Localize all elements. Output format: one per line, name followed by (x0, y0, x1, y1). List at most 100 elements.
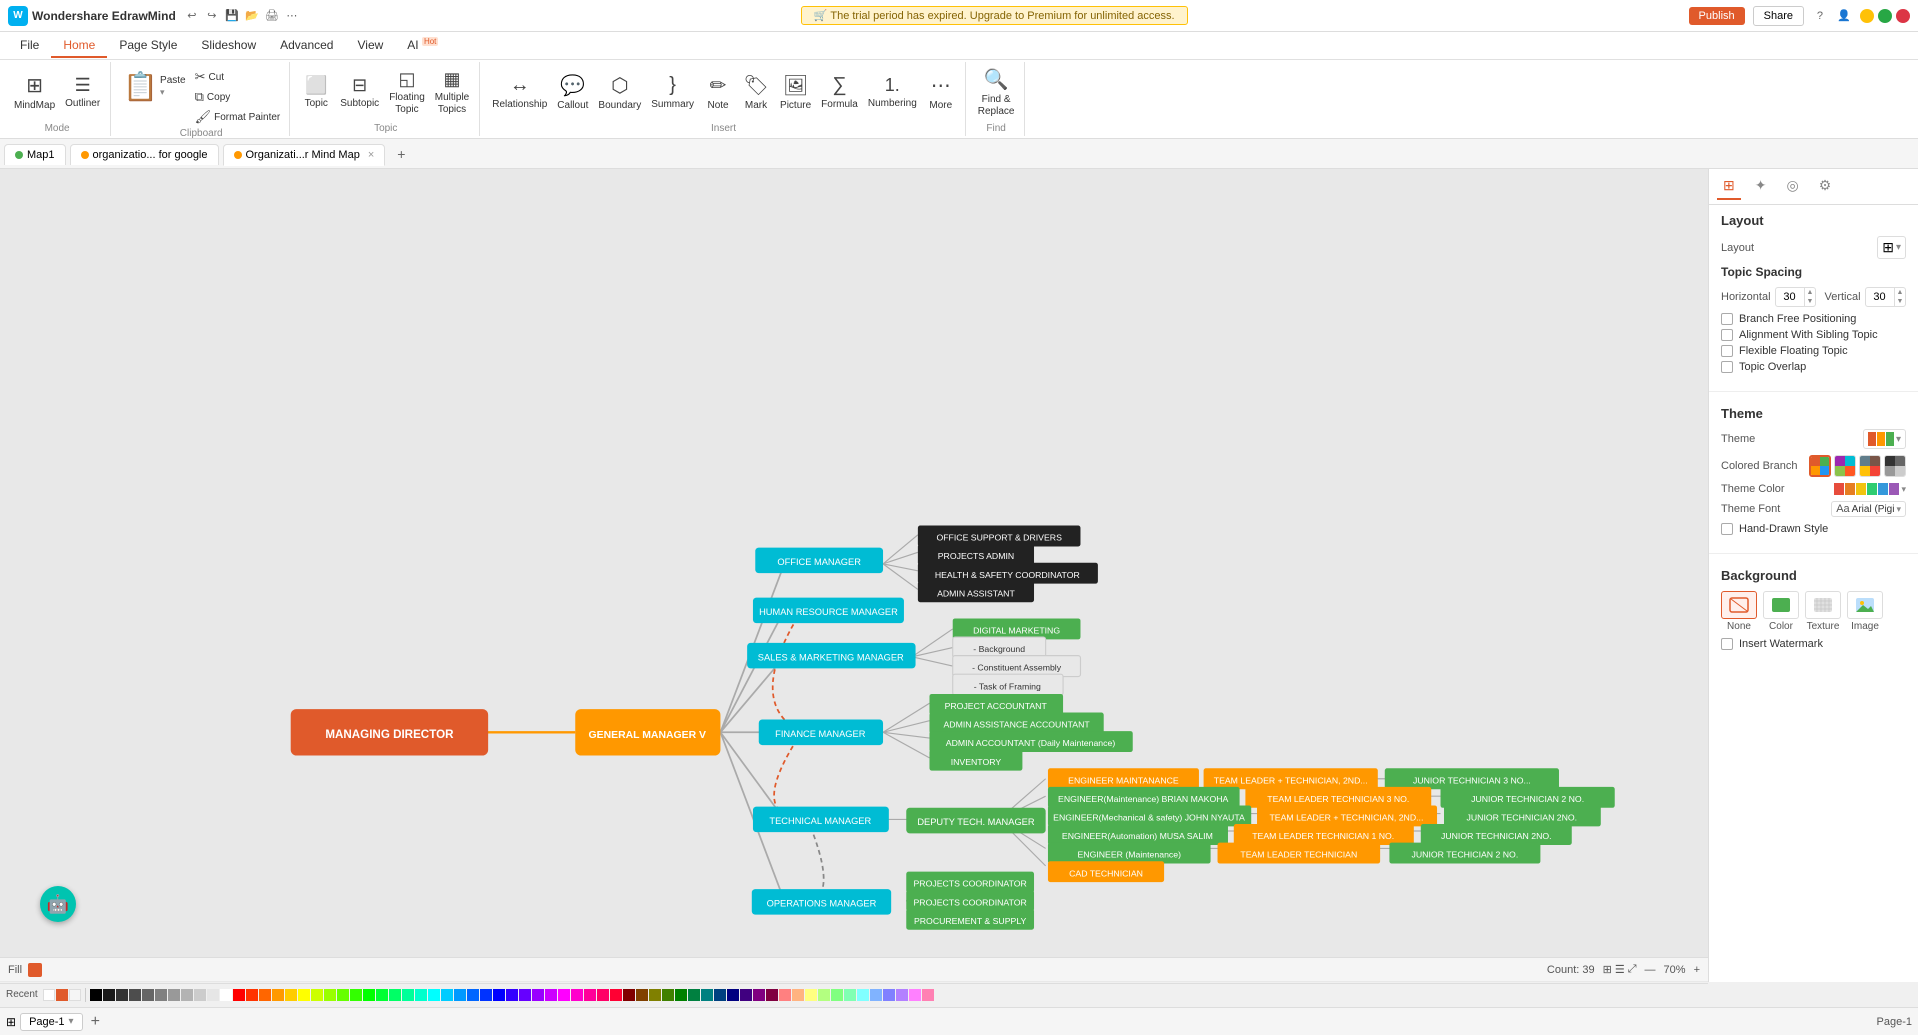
tab-add-btn[interactable]: + (389, 142, 413, 166)
palette-color[interactable] (363, 989, 375, 1001)
tab-close-btn[interactable]: × (368, 149, 374, 161)
horizontal-up-btn[interactable]: ▲ (1805, 288, 1816, 297)
palette-color[interactable] (246, 989, 258, 1001)
topic-btn[interactable]: ⬜ Topic (298, 73, 334, 112)
page-tab-1[interactable]: Page-1 ▾ (20, 1013, 83, 1031)
palette-color[interactable] (337, 989, 349, 1001)
tab-view[interactable]: View (345, 34, 395, 58)
palette-color[interactable] (545, 989, 557, 1001)
palette-color[interactable] (649, 989, 661, 1001)
palette-color[interactable] (233, 989, 245, 1001)
palette-color[interactable] (259, 989, 271, 1001)
palette-color[interactable] (844, 989, 856, 1001)
share-button[interactable]: Share (1753, 6, 1804, 26)
save-btn[interactable]: 💾 (224, 8, 240, 24)
tab-ai[interactable]: AI Hot (395, 33, 450, 58)
palette-color[interactable] (597, 989, 609, 1001)
palette-color[interactable] (376, 989, 388, 1001)
vertical-arrows[interactable]: ▲ ▼ (1894, 288, 1906, 306)
tab-organiz-mindmap[interactable]: Organizati...r Mind Map × (223, 144, 386, 166)
palette-color[interactable] (779, 989, 791, 1001)
assistant-float-btn[interactable]: 🤖 (40, 886, 76, 922)
palette-color[interactable] (688, 989, 700, 1001)
open-btn[interactable]: 📂 (244, 8, 260, 24)
panel-tab-style[interactable]: ✦ (1749, 173, 1773, 200)
list-view-btn[interactable]: ☰ (1615, 963, 1625, 976)
horizontal-input[interactable]: 30 ▲ ▼ (1775, 287, 1817, 307)
palette-color[interactable] (740, 989, 752, 1001)
palette-color[interactable] (662, 989, 674, 1001)
palette-color[interactable] (428, 989, 440, 1001)
palette-color[interactable] (857, 989, 869, 1001)
palette-color[interactable] (220, 989, 232, 1001)
undo-btn[interactable]: ↩ (184, 8, 200, 24)
tab-organiz-google[interactable]: organizatio... for google (70, 144, 219, 165)
window-controls[interactable] (1860, 9, 1910, 23)
palette-color[interactable] (324, 989, 336, 1001)
cb-option-4[interactable] (1884, 455, 1906, 477)
palette-color[interactable] (753, 989, 765, 1001)
palette-color[interactable] (441, 989, 453, 1001)
grid-toggle-btn[interactable]: ⊞ (6, 1015, 16, 1029)
palette-color[interactable] (194, 989, 206, 1001)
close-btn[interactable] (1896, 9, 1910, 23)
vertical-input[interactable]: 30 ▲ ▼ (1865, 287, 1907, 307)
numbering-btn[interactable]: 1. Numbering (864, 73, 921, 112)
format-painter-btn[interactable]: 🖌 Format Painter (192, 108, 284, 126)
palette-color[interactable] (480, 989, 492, 1001)
palette-color[interactable] (272, 989, 284, 1001)
palette-color[interactable] (155, 989, 167, 1001)
panel-tab-target[interactable]: ◎ (1780, 173, 1804, 200)
trial-banner[interactable]: 🛒 The trial period has expired. Upgrade … (801, 6, 1188, 25)
palette-color[interactable] (311, 989, 323, 1001)
palette-color[interactable] (805, 989, 817, 1001)
palette-color[interactable] (285, 989, 297, 1001)
layout-select[interactable]: ⊞ ▾ (1877, 236, 1906, 259)
palette-color[interactable] (207, 989, 219, 1001)
palette-color[interactable] (571, 989, 583, 1001)
help-btn[interactable]: ? (1812, 8, 1828, 24)
palette-color[interactable] (558, 989, 570, 1001)
alignment-sibling-checkbox[interactable] (1721, 329, 1733, 341)
mindmap-btn[interactable]: ⊞ MindMap (10, 71, 59, 114)
boundary-btn[interactable]: ⬡ Boundary (594, 71, 645, 114)
recent-color-light[interactable] (69, 989, 81, 1001)
palette-color[interactable] (909, 989, 921, 1001)
palette-color[interactable] (870, 989, 882, 1001)
fit-view-btn[interactable]: ⤢ (1628, 963, 1637, 976)
palette-color[interactable] (168, 989, 180, 1001)
redo-btn[interactable]: ↪ (204, 8, 220, 24)
palette-color[interactable] (389, 989, 401, 1001)
tab-slideshow[interactable]: Slideshow (189, 34, 268, 58)
hand-drawn-checkbox[interactable] (1721, 523, 1733, 535)
palette-color[interactable] (623, 989, 635, 1001)
bg-none-option[interactable]: None (1721, 591, 1757, 632)
panel-tab-settings[interactable]: ⚙ (1813, 173, 1838, 200)
recent-color-white[interactable] (43, 989, 55, 1001)
add-page-btn[interactable]: + (87, 1013, 104, 1031)
topic-overlap-checkbox[interactable] (1721, 361, 1733, 373)
theme-font-select[interactable]: Aa Arial (Pigi ▾ (1831, 501, 1906, 517)
palette-color[interactable] (90, 989, 102, 1001)
canvas-area[interactable]: MANAGING DIRECTOR GENERAL MANAGER V OFFI… (0, 169, 1708, 982)
horizontal-down-btn[interactable]: ▼ (1805, 297, 1816, 306)
subtopic-btn[interactable]: ⊟ Subtopic (336, 73, 383, 112)
find-replace-btn[interactable]: 🔍 Find &Replace (974, 65, 1019, 120)
paste-btn[interactable]: 📋 Paste ▾ (119, 68, 189, 105)
callout-btn[interactable]: 💬 Callout (553, 71, 592, 114)
palette-color[interactable] (818, 989, 830, 1001)
palette-color[interactable] (467, 989, 479, 1001)
palette-color[interactable] (116, 989, 128, 1001)
tab-page-style[interactable]: Page Style (107, 34, 189, 58)
bg-texture-option[interactable]: Texture (1805, 591, 1841, 632)
minimize-btn[interactable] (1860, 9, 1874, 23)
palette-color[interactable] (415, 989, 427, 1001)
palette-color[interactable] (636, 989, 648, 1001)
palette-color[interactable] (792, 989, 804, 1001)
title-bar-actions[interactable]: ↩ ↪ 💾 📂 🖨 ⋯ (184, 8, 300, 24)
cb-option-2[interactable] (1834, 455, 1856, 477)
flexible-floating-checkbox[interactable] (1721, 345, 1733, 357)
panel-tab-layout[interactable]: ⊞ (1717, 173, 1741, 200)
bg-color-option[interactable]: Color (1763, 591, 1799, 632)
floating-topic-btn[interactable]: ◱ FloatingTopic (385, 67, 429, 118)
